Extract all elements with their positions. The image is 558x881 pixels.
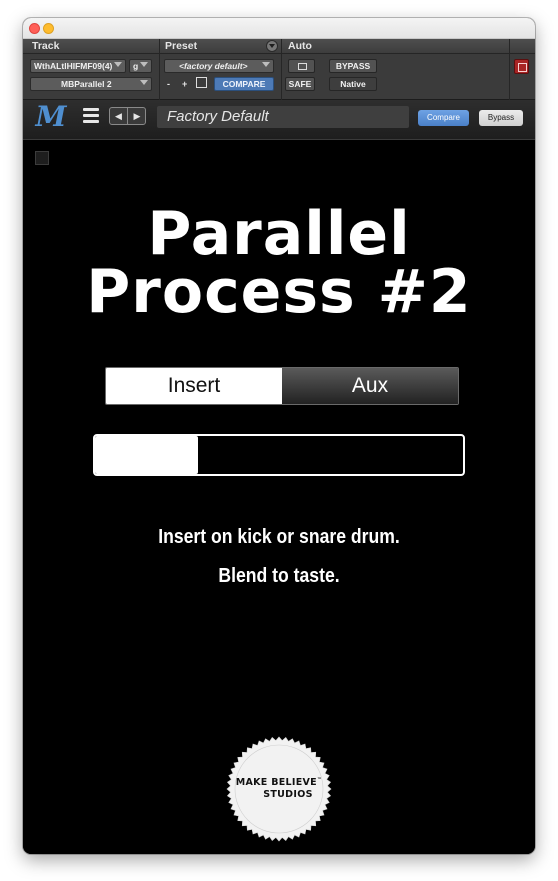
host-bypass-button[interactable]: BYPASS [329,59,377,73]
chevron-down-icon [262,62,270,67]
copy-settings-icon[interactable] [196,77,207,88]
description-line1: Insert on kick or snare drum. [158,526,400,548]
protools-plugin-header: Track Preset Auto WthALtlHIFMF09(4) g MB… [23,39,535,100]
mode-toggle: Insert Aux [105,367,459,405]
plugin-window: Track Preset Auto WthALtlHIFMF09(4) g MB… [23,18,535,854]
make-believe-logo: M [35,100,67,133]
preset-selector[interactable]: <factory default> [164,59,274,73]
track-group-selector[interactable]: g [129,59,152,73]
resize-toggle-icon[interactable] [35,151,49,165]
safe-button[interactable]: SAFE [285,77,315,91]
preset-increment-button[interactable]: + [182,79,187,89]
next-preset-button[interactable]: ▶ [128,108,146,124]
menu-icon[interactable] [83,108,99,124]
compare-button[interactable]: Compare [418,110,469,126]
blend-slider[interactable] [93,434,465,476]
minimize-window-button[interactable] [43,23,54,34]
header-divider [281,39,282,100]
header-divider [159,39,160,100]
chevron-down-icon [114,62,122,67]
preset-name-display[interactable]: Factory Default [157,106,409,128]
description-line2: Blend to taste. [218,565,340,587]
record-enable-icon[interactable] [514,59,529,74]
track-label: Track [32,40,60,52]
preset-value: <factory default> [179,61,248,71]
target-window-icon[interactable] [288,59,315,73]
chevron-down-icon [140,62,148,67]
track-group: g [133,61,139,71]
preset-decrement-button[interactable]: - [167,79,170,89]
preset-label: Preset [165,40,198,52]
seal-brand-line2: STUDIOS [263,789,313,800]
track-selector[interactable]: WthALtlHIFMF09(4) [30,59,126,73]
track-name: WthALtlHIFMF09(4) [34,61,113,71]
window-titlebar[interactable] [23,18,535,39]
auto-label: Auto [288,40,312,52]
header-divider [509,39,510,100]
make-believe-studios-seal: MAKE BELIEVE™ STUDIOS [226,736,332,842]
preset-menu-chevron-icon[interactable] [266,40,278,52]
chevron-down-icon [140,80,148,85]
plugin-title-line2: Process #2 [86,257,472,327]
preset-nav: ◀ ▶ [109,107,146,125]
previous-preset-button[interactable]: ◀ [110,108,128,124]
mode-insert-button[interactable]: Insert [106,368,282,404]
bypass-button[interactable]: Bypass [479,110,523,126]
blend-slider-fill [95,436,199,474]
insert-selector[interactable]: MBParallel 2 [30,77,152,91]
close-window-button[interactable] [29,23,40,34]
plugin-title-line1: Parallel [147,199,411,269]
native-indicator: Native [329,77,377,91]
seal-brand-line1: MAKE BELIEVE™ [235,777,323,789]
plugin-toolbar: M ◀ ▶ Factory Default Compare Bypass [23,100,535,140]
mode-aux-button[interactable]: Aux [282,368,458,404]
plugin-body: Parallel Process #2 Insert Aux Insert on… [23,140,535,854]
host-compare-button[interactable]: COMPARE [214,77,274,91]
insert-name: MBParallel 2 [61,79,112,89]
header-label-row: Track Preset Auto [23,39,535,54]
